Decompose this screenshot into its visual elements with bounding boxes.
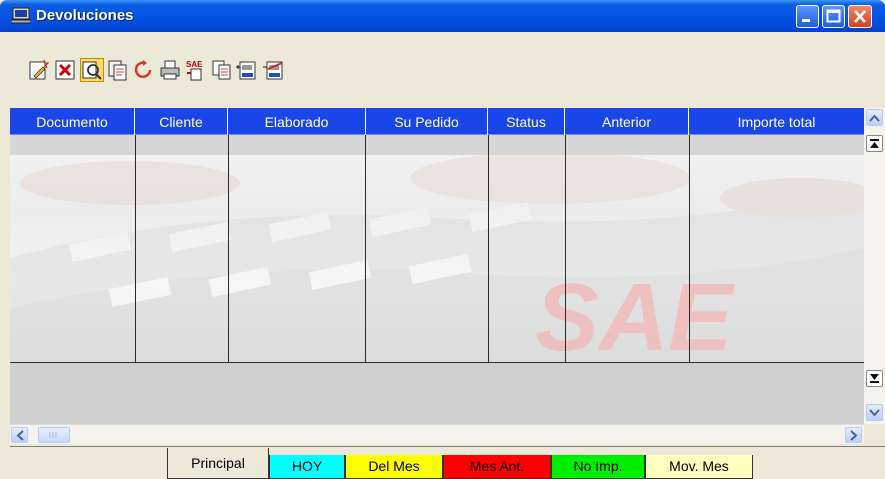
column-header-su-pedido[interactable]: Su Pedido — [366, 108, 488, 135]
search-button[interactable] — [80, 58, 104, 82]
sae-export-button[interactable]: SAE — [184, 58, 208, 82]
column-header-importe-total[interactable]: Importe total — [689, 108, 864, 135]
grip-icon — [49, 432, 57, 438]
tab-label: HOY — [291, 458, 323, 474]
maximize-button[interactable] — [822, 5, 845, 28]
new-document-button[interactable] — [27, 58, 51, 82]
column-header-cliente[interactable]: Cliente — [135, 108, 228, 135]
column-divider — [689, 135, 690, 362]
delete-button[interactable] — [53, 58, 77, 82]
chevron-up-icon — [869, 114, 880, 122]
tab-mov-mes[interactable]: Mov. Mes — [645, 455, 753, 479]
column-divider — [488, 135, 489, 362]
tab-label: Mes Ant. — [469, 458, 525, 474]
column-divider — [228, 135, 229, 362]
column-divider — [135, 135, 136, 362]
tab-label: No Imp. — [573, 458, 623, 474]
horizontal-scrollbar[interactable] — [10, 424, 864, 444]
scroll-bottom-icon — [870, 374, 879, 383]
tab-mes-ant[interactable]: Mes Ant. — [443, 455, 551, 479]
delete-icon — [55, 60, 75, 80]
cancel-barcode-button[interactable] — [262, 58, 286, 82]
grid-bottom-border — [10, 362, 864, 363]
print-icon — [160, 60, 180, 80]
column-divider — [365, 135, 366, 362]
column-divider — [565, 135, 566, 362]
column-header-elaborado[interactable]: Elaborado — [228, 108, 366, 135]
tab-label: Del Mes — [368, 458, 420, 474]
scroll-to-top-button[interactable] — [866, 135, 883, 152]
table-row[interactable] — [10, 135, 864, 155]
minimize-icon — [802, 19, 810, 22]
column-header-documento[interactable]: Documento — [10, 108, 135, 135]
import-barcode-icon — [236, 61, 256, 80]
import-barcode-button[interactable] — [235, 58, 259, 82]
tab-no-imp[interactable]: No Imp. — [551, 455, 645, 479]
chevron-down-icon — [869, 408, 880, 416]
scroll-left-button[interactable] — [11, 427, 28, 443]
tab-hoy[interactable]: HOY — [269, 455, 345, 479]
print-button[interactable] — [158, 58, 182, 82]
title-bar[interactable]: Devoluciones — [0, 0, 885, 32]
refresh-button[interactable] — [132, 58, 156, 82]
tab-del-mes[interactable]: Del Mes — [345, 455, 443, 479]
horizontal-scroll-thumb[interactable] — [38, 427, 70, 443]
search-icon — [82, 61, 102, 80]
scroll-up-button[interactable] — [866, 109, 883, 126]
column-header-anterior[interactable]: Anterior — [565, 108, 689, 135]
chevron-right-icon — [849, 429, 857, 441]
svg-text:SAE: SAE — [186, 60, 203, 69]
copy-icon — [108, 60, 127, 81]
devoluciones-window: Devoluciones SAE SAE Documento Cliente E… — [0, 0, 885, 479]
window-title: Devoluciones — [36, 7, 134, 24]
grid-header: Documento Cliente Elaborado Su Pedido St… — [10, 108, 864, 135]
toolbar: SAE — [0, 32, 885, 102]
scroll-right-button[interactable] — [845, 427, 862, 443]
scroll-top-icon — [870, 139, 879, 148]
cancel-barcode-icon — [263, 61, 283, 80]
maximize-icon — [826, 9, 841, 23]
close-button[interactable] — [848, 5, 872, 28]
tab-label: Mov. Mes — [669, 458, 729, 474]
vertical-scrollbar[interactable] — [864, 108, 885, 424]
copy-button[interactable] — [106, 58, 130, 82]
documents-button[interactable] — [210, 58, 234, 82]
close-icon — [854, 10, 866, 23]
computer-icon — [11, 7, 31, 24]
new-document-icon — [29, 59, 50, 80]
minimize-button[interactable] — [796, 5, 819, 28]
scroll-to-bottom-button[interactable] — [866, 370, 883, 387]
chevron-left-icon — [16, 429, 24, 441]
column-header-status[interactable]: Status — [488, 108, 565, 135]
tab-principal[interactable]: Principal — [167, 448, 269, 479]
data-grid[interactable]: SAE Documento Cliente Elaborado Su Pedid… — [10, 108, 864, 424]
sae-export-icon: SAE — [186, 60, 203, 81]
scroll-down-button[interactable] — [866, 404, 883, 421]
tab-label: Principal — [191, 455, 245, 471]
tab-strip: Principal HOY Del Mes Mes Ant. No Imp. M… — [10, 446, 885, 479]
refresh-icon — [134, 60, 152, 78]
documents-icon — [212, 60, 231, 80]
